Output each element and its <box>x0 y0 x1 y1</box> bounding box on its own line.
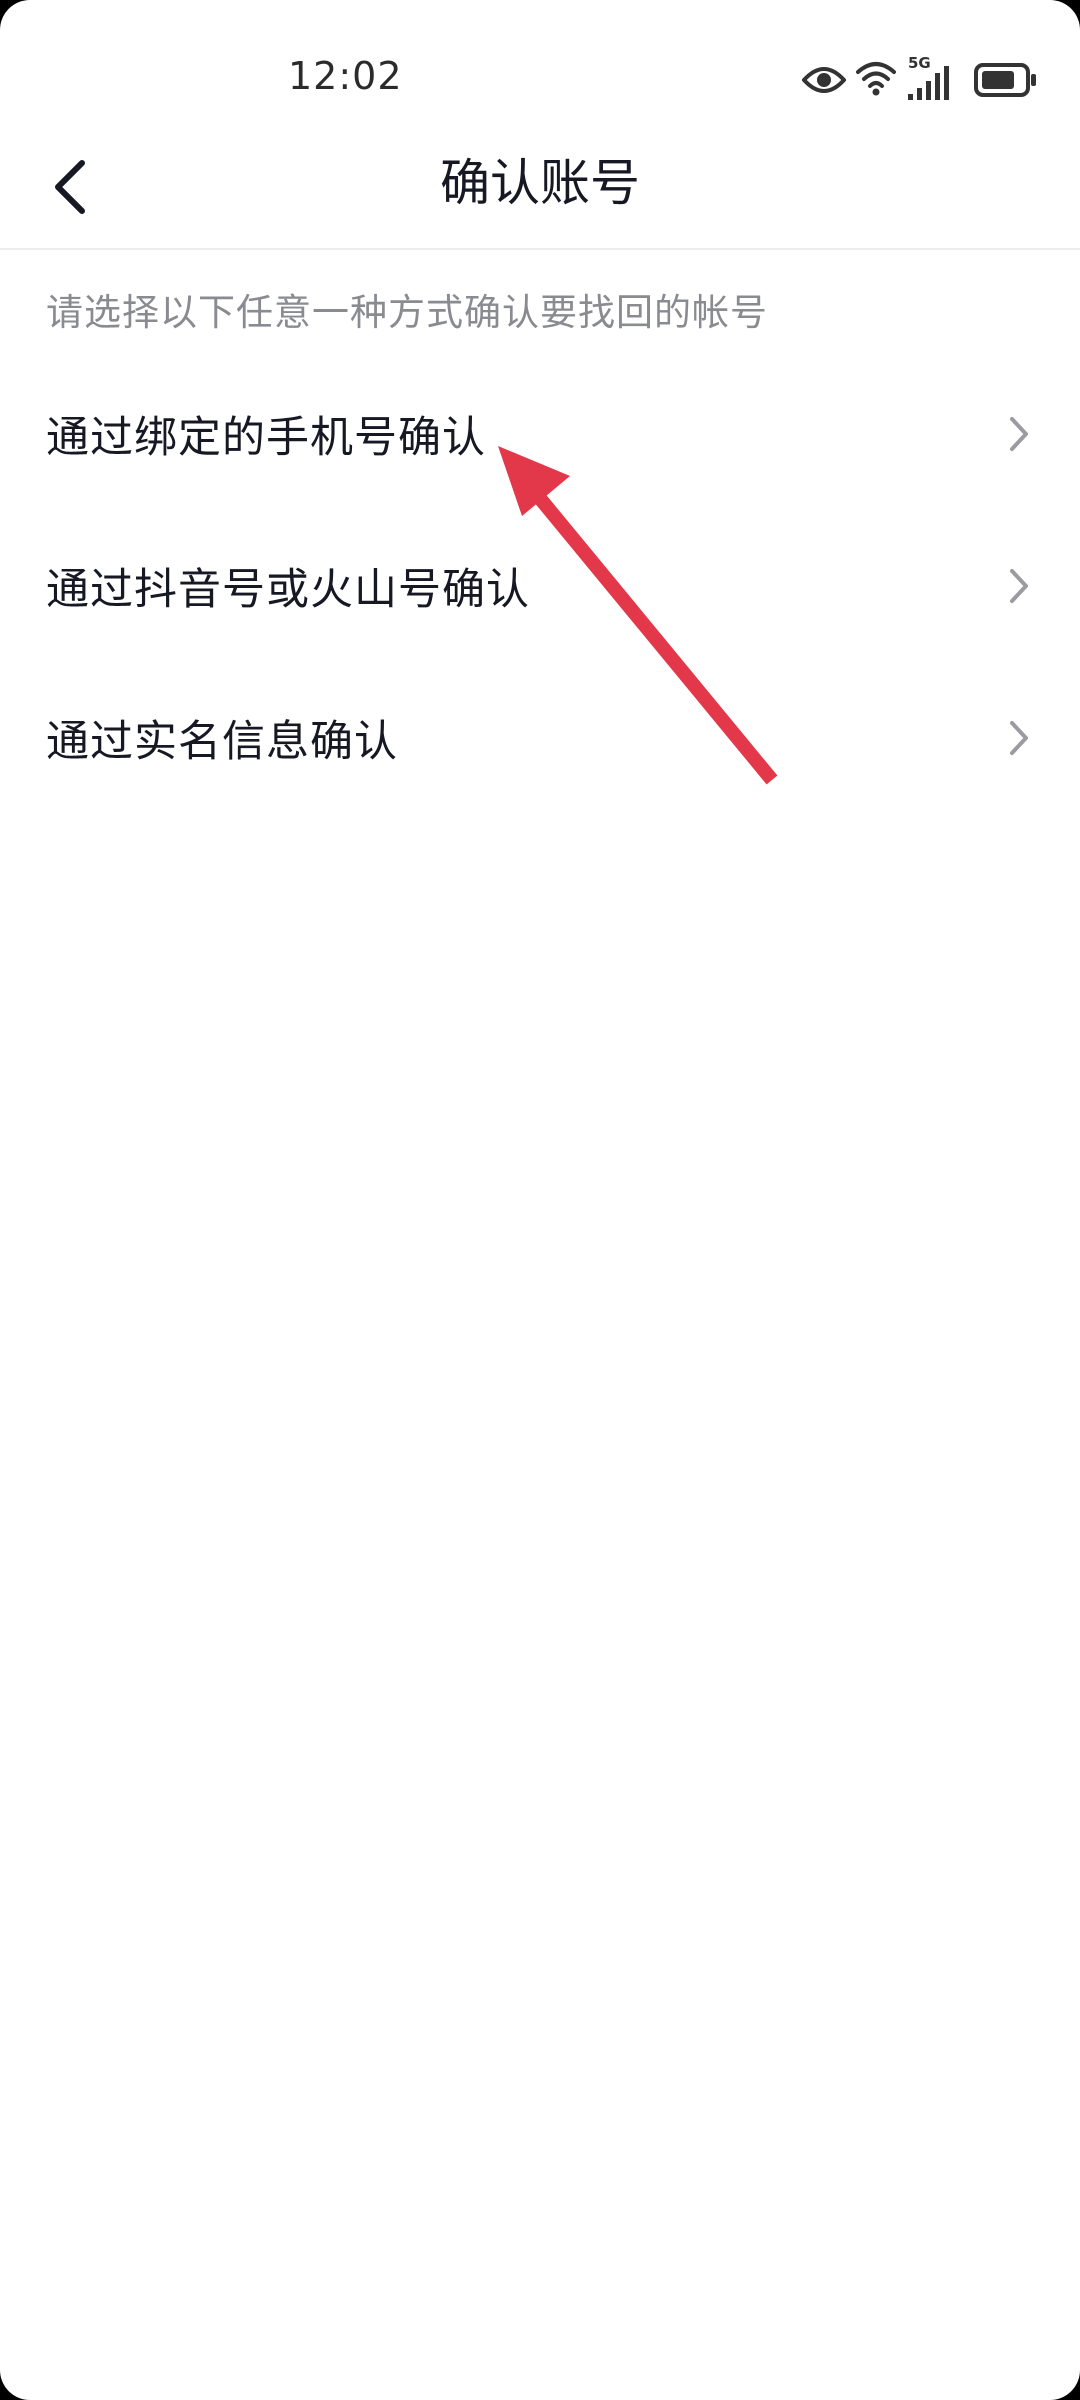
page-title: 确认账号 <box>440 154 640 212</box>
chevron-right-icon <box>1004 718 1034 758</box>
status-bar: 12:02 5G <box>0 0 1080 150</box>
wifi-icon <box>856 62 896 96</box>
hint-text: 请选择以下任意一种方式确认要找回的帐号 <box>46 291 768 334</box>
battery-icon <box>974 63 1036 97</box>
option-label: 通过绑定的手机号确认 <box>46 413 486 463</box>
status-icons: 5G <box>802 54 1042 104</box>
option-label: 通过抖音号或火山号确认 <box>46 565 530 615</box>
option-label: 通过实名信息确认 <box>46 717 398 767</box>
phone-screen: 12:02 5G 确认账号 请选择以下任意一种方式确认要找回的帐号 通过绑定的手… <box>0 0 1080 2400</box>
eye-icon <box>802 67 846 93</box>
cellular-signal-icon <box>908 66 949 100</box>
option-list: 通过绑定的手机号确认 通过抖音号或火山号确认 通过实名信息确认 <box>0 358 1080 814</box>
option-item-real-name[interactable]: 通过实名信息确认 <box>0 662 1080 814</box>
option-item-phone[interactable]: 通过绑定的手机号确认 <box>0 358 1080 510</box>
chevron-right-icon <box>1004 414 1034 454</box>
status-time: 12:02 <box>288 54 403 98</box>
chevron-right-icon <box>1004 566 1034 606</box>
nav-bar: 确认账号 <box>0 150 1080 250</box>
option-item-douyin-id[interactable]: 通过抖音号或火山号确认 <box>0 510 1080 662</box>
